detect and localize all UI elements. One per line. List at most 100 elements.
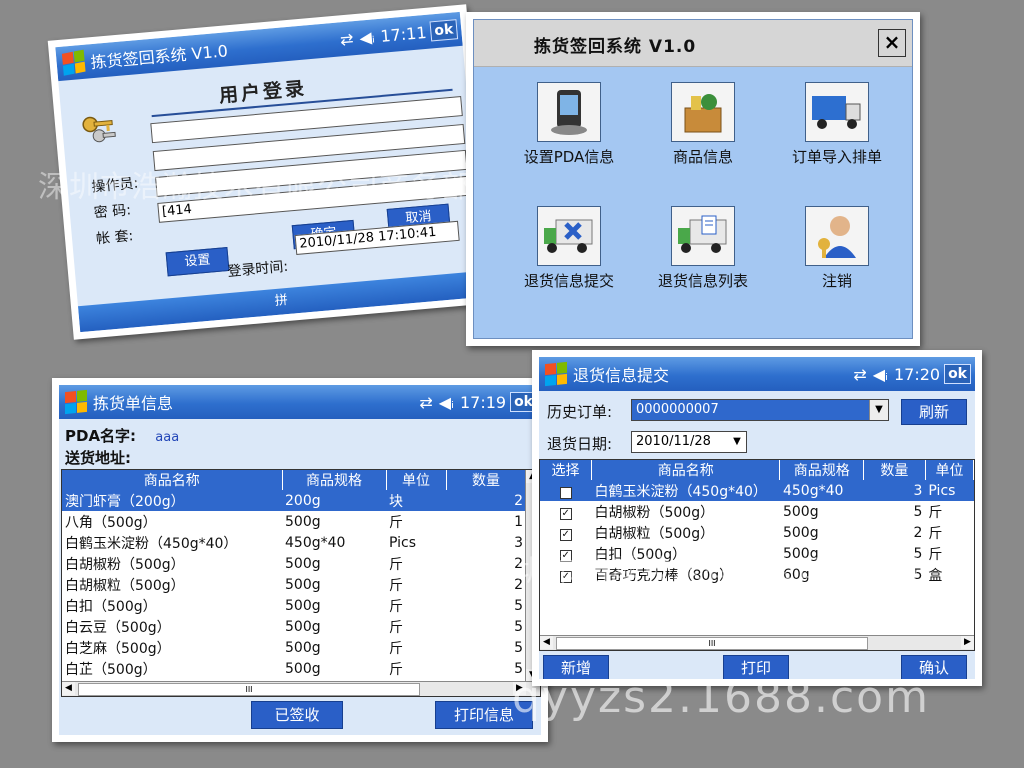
table-cell: 澳门虾膏（200g） — [62, 490, 282, 511]
scroll-left-arrow[interactable]: ◀ — [540, 636, 553, 649]
table-row[interactable]: 白扣（500g） 500g 斤 5 — [62, 595, 526, 616]
menu-screenshot: 拣货签回系统 V1.0 × 设置PDA信息 商品信息 订单导入排单 退货信息提交… — [466, 12, 920, 346]
chevron-down-icon[interactable]: ▼ — [869, 400, 888, 420]
menu-item-return-list[interactable]: 退货信息列表 — [638, 206, 768, 291]
signed-button[interactable]: 已签收 — [251, 701, 343, 729]
menu-item-label: 注销 — [821, 272, 852, 290]
table-cell: 1 — [514, 513, 523, 530]
row-checkbox[interactable]: ✓ — [559, 507, 572, 520]
horizontal-scrollbar[interactable]: ◀ III ▶ — [62, 681, 540, 696]
horizontal-scrollbar[interactable]: ◀ III ▶ — [540, 635, 974, 650]
row-checkbox[interactable]: ✓ — [559, 528, 572, 541]
menu-item-pda-settings[interactable]: 设置PDA信息 — [504, 82, 634, 167]
column-header[interactable]: 商品名称 — [62, 470, 283, 490]
scroll-right-arrow[interactable]: ▶ — [961, 636, 974, 649]
menu-item-label: 商品信息 — [672, 148, 733, 166]
title-bar: 拣货单信息 ⇄ ◀ᵢ 17:19 ok — [59, 385, 541, 419]
row-checkbox[interactable]: ✓ — [559, 486, 572, 499]
chevron-down-icon[interactable]: ▼ — [728, 432, 746, 452]
select-cell: ✓ — [540, 480, 592, 501]
return-date-label: 退货日期: — [547, 435, 613, 453]
connectivity-icon[interactable]: ⇄ — [853, 365, 866, 384]
table-row[interactable]: 白鹤玉米淀粉（450g*40） 450g*40 Pics 3 — [62, 532, 526, 553]
settings-button[interactable]: 设置 — [165, 247, 230, 277]
table-header: 选择 商品名称 商品规格 数量 单位 — [540, 460, 974, 480]
table-cell: 白云豆（500g） — [65, 619, 171, 636]
menu-title-bar: 拣货签回系统 V1.0 × — [474, 20, 912, 67]
menu-item-goods[interactable]: 商品信息 — [638, 82, 768, 167]
table-row[interactable]: ✓ 白扣（500g） 500g 5 斤 — [540, 543, 974, 564]
scroll-thumb[interactable]: III — [78, 683, 420, 696]
table-row[interactable]: ✓ 百奇巧克力棒（80g） 60g 5 盒 — [540, 564, 974, 585]
column-header[interactable]: 数量 — [863, 460, 926, 480]
table-cell: 八角（500g） — [65, 514, 157, 531]
volume-icon[interactable]: ◀ᵢ — [439, 393, 454, 412]
operator-label: 操作员: — [90, 175, 139, 196]
history-order-select[interactable]: 0000000007 ▼ — [631, 399, 889, 421]
table-cell: 斤 — [389, 619, 403, 636]
column-header[interactable]: 单位 — [386, 470, 447, 490]
table-row[interactable]: 白云豆（500g） 500g 斤 5 — [62, 616, 526, 637]
menu-item-label: 退货信息列表 — [657, 272, 748, 290]
menu-item-order-import[interactable]: 订单导入排单 — [772, 82, 902, 167]
windows-start-icon[interactable] — [65, 389, 87, 415]
account-label: 帐 套: — [95, 228, 134, 248]
menu-item-logout[interactable]: 注销 — [772, 206, 902, 291]
app-title: 拣货签回系统 V1.0 — [89, 41, 229, 73]
table-row[interactable]: 白芷（500g） 500g 斤 5 — [62, 658, 526, 679]
ok-button[interactable]: ok — [429, 19, 459, 42]
table-cell: 500g — [285, 513, 321, 530]
select-cell: ✓ — [540, 522, 591, 543]
table-cell: 5 — [514, 618, 523, 635]
ok-button[interactable]: ok — [944, 364, 971, 384]
pda-device-icon — [537, 82, 601, 142]
column-header[interactable]: 数量 — [446, 470, 527, 490]
column-header[interactable]: 选择 — [540, 460, 592, 480]
table-row[interactable]: 澳门虾膏（200g） 200g 块 2 — [62, 490, 526, 511]
row-checkbox[interactable]: ✓ — [559, 570, 572, 583]
password-label: 密 码: — [93, 202, 132, 222]
windows-start-icon[interactable] — [545, 361, 567, 387]
returns-table-body: 选择 商品名称 商品规格 数量 单位 ✓ 白鹤玉米淀粉（450g*40） 450g*… — [540, 460, 974, 585]
table-cell: 斤 — [928, 504, 943, 521]
menu-item-label: 设置PDA信息 — [523, 148, 615, 166]
select-cell: ✓ — [540, 564, 591, 585]
scroll-left-arrow[interactable]: ◀ — [62, 682, 75, 695]
table-row[interactable]: 白胡椒粉（500g） 500g 斤 2 — [62, 553, 526, 574]
connectivity-icon[interactable]: ⇄ — [419, 393, 432, 412]
table-cell: 500g — [285, 660, 321, 677]
table-cell: 白鹤玉米淀粉（450g*40） — [65, 535, 238, 552]
table-cell: 500g — [285, 639, 321, 656]
menu-title: 拣货签回系统 V1.0 — [534, 37, 697, 57]
column-header[interactable]: 商品规格 — [779, 460, 864, 480]
windows-start-icon[interactable] — [61, 49, 86, 76]
table-row[interactable]: 白胡椒粒（500g） 500g 斤 2 — [62, 574, 526, 595]
history-order-value: 0000000007 — [636, 402, 719, 417]
app-title: 退货信息提交 — [573, 366, 670, 385]
row-checkbox[interactable]: ✓ — [559, 549, 572, 562]
scroll-thumb[interactable]: III — [556, 637, 868, 650]
refresh-button[interactable]: 刷新 — [901, 399, 967, 425]
table-cell: 500g — [285, 576, 321, 593]
volume-icon[interactable]: ◀ᵢ — [873, 365, 888, 384]
close-button[interactable]: × — [878, 29, 906, 57]
table-cell: 白鹤玉米淀粉（450g*40） — [591, 480, 780, 501]
table-row[interactable]: ✓ 白胡椒粒（500g） 500g 2 斤 — [540, 522, 974, 543]
table-cell: 白扣（500g） — [65, 598, 157, 615]
column-header[interactable]: 单位 — [925, 460, 974, 480]
picklist-screenshot: 拣货单信息 ⇄ ◀ᵢ 17:19 ok PDA名字: aaa 送货地址: 商品名… — [52, 378, 548, 742]
connectivity-icon[interactable]: ⇄ — [339, 29, 354, 49]
address-label: 送货地址: — [65, 449, 131, 467]
table-row[interactable]: 八角（500g） 500g 斤 1 — [62, 511, 526, 532]
menu-item-return-submit[interactable]: 退货信息提交 — [504, 206, 634, 291]
volume-icon[interactable]: ◀ᵢ — [359, 27, 376, 47]
return-list-truck-icon — [671, 206, 735, 266]
column-header[interactable]: 商品名称 — [591, 460, 781, 480]
table-row[interactable]: ✓ 白鹤玉米淀粉（450g*40） 450g*40 3 Pics — [540, 480, 974, 501]
login-footer[interactable]: 拼 — [77, 270, 485, 333]
table-row[interactable]: ✓ 白胡椒粉（500g） 500g 5 斤 — [540, 501, 974, 522]
return-date-picker[interactable]: 2010/11/28 ▼ — [631, 431, 747, 453]
login-screenshot: 拣货签回系统 V1.0 ⇄ ◀ᵢ 17:11 ok 用户登录 操作员: 密 码:… — [47, 4, 493, 340]
table-row[interactable]: 白芝麻（500g） 500g 斤 5 — [62, 637, 526, 658]
column-header[interactable]: 商品规格 — [282, 470, 387, 490]
